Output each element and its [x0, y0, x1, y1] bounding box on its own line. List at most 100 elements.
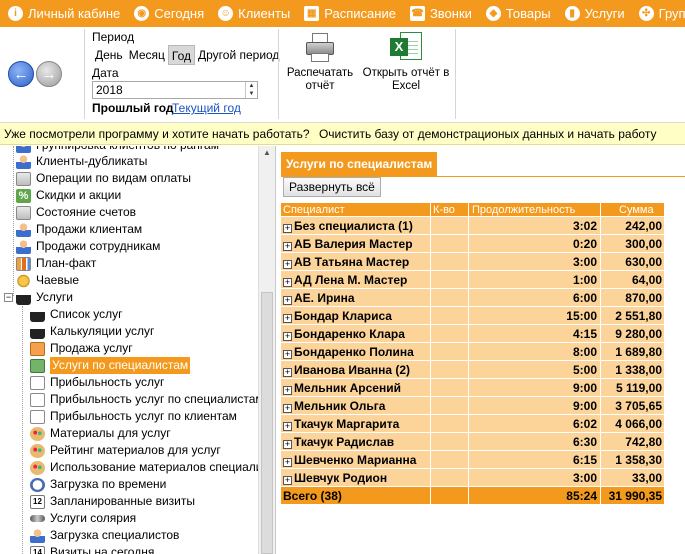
expand-row-icon[interactable]: + — [283, 224, 292, 233]
tree-group-services[interactable]: − Услуги — [4, 289, 73, 306]
cell-sum: 4 066,00 — [615, 417, 662, 431]
forward-button[interactable]: → — [36, 61, 62, 87]
nav-schedule[interactable]: ▦ Расписание — [304, 0, 396, 27]
year-spinner[interactable]: ▲ ▼ — [245, 82, 257, 98]
tree-item[interactable]: Прибыльность услуг — [30, 374, 164, 391]
table-row[interactable]: + Бондаренко Полина 8:00 1 689,80 — [281, 343, 664, 361]
period-tab-custom[interactable]: Другой период — [195, 45, 282, 65]
nav-cabinet[interactable]: i Личный кабине — [8, 0, 120, 27]
tree-item[interactable]: Загрузка по времени — [30, 476, 166, 493]
nav-clients[interactable]: ☺ Клиенты — [218, 0, 290, 27]
column-header-sum[interactable]: Сумма — [601, 203, 664, 216]
cell-duration: 3:00 — [469, 469, 601, 486]
expand-row-icon[interactable]: + — [283, 404, 292, 413]
table-row[interactable]: + Без специалиста (1) 3:02 242,00 — [281, 217, 664, 235]
tree-item[interactable]: Операции по видам оплаты — [16, 170, 191, 187]
tree-item[interactable]: 12 Запланированные визиты — [30, 493, 195, 510]
table-row[interactable]: + Иванова Иванна (2) 5:00 1 338,00 — [281, 361, 664, 379]
column-header-duration[interactable]: Продолжительность — [469, 203, 601, 216]
tree-item[interactable]: Состояние счетов — [16, 204, 136, 221]
tree-item[interactable]: План-факт — [16, 255, 96, 272]
year-input[interactable]: 2018 ▲ ▼ — [92, 81, 258, 99]
expand-row-icon[interactable]: + — [283, 314, 292, 323]
period-tab-month[interactable]: Месяц — [126, 45, 168, 65]
cell-specialist: + Бондаренко Клара — [281, 325, 431, 342]
tree-item-label: Продажи сотрудникам — [36, 239, 161, 253]
tree-item[interactable]: Материалы для услуг — [30, 425, 171, 442]
table-row[interactable]: + Шевчук Родион 3:00 33,00 — [281, 469, 664, 487]
table-row[interactable]: + АЕ. Ирина 6:00 870,00 — [281, 289, 664, 307]
expand-all-button[interactable]: Развернуть всё — [283, 177, 381, 197]
nav-goods[interactable]: ◆ Товары — [485, 0, 551, 27]
tree-item[interactable]: 14 Визиты на сегодня — [30, 544, 154, 554]
palette-icon — [30, 443, 45, 458]
expand-row-icon[interactable]: + — [283, 350, 292, 359]
back-button[interactable]: ← — [8, 61, 34, 87]
tree-item[interactable]: Прибыльность услуг по специалистам — [30, 391, 264, 408]
expand-row-icon[interactable]: + — [283, 242, 292, 251]
column-header-count[interactable]: К-во — [431, 203, 469, 216]
table-row[interactable]: + Мельник Арсений 9:00 5 119,00 — [281, 379, 664, 397]
cell-sum: 242,00 — [625, 219, 662, 233]
current-year-link[interactable]: Текущий год — [172, 101, 241, 115]
tree-item[interactable]: Рейтинг материалов для услуг — [30, 442, 221, 459]
clear-demo-data-link[interactable]: Очистить базу от демонстрационых данных … — [319, 127, 657, 141]
table-row[interactable]: + Бондар Клариса 15:00 2 551,80 — [281, 307, 664, 325]
table-row[interactable]: + АВ Татьяна Мастер 3:00 630,00 — [281, 253, 664, 271]
period-tab-year[interactable]: Год — [167, 45, 195, 65]
tree-item[interactable]: Использование материалов специалист — [30, 459, 274, 476]
collapse-icon[interactable]: − — [4, 293, 13, 302]
nav-calls[interactable]: ☎ Звонки — [409, 0, 472, 27]
table-row[interactable]: + Бондаренко Клара 4:15 9 280,00 — [281, 325, 664, 343]
nav-groups[interactable]: ✣ Группы — [638, 0, 685, 27]
cell-sum: 742,80 — [625, 435, 662, 449]
tree-item[interactable]: Продажа услуг — [30, 340, 133, 357]
period-tab-day[interactable]: День — [92, 45, 126, 65]
expand-row-icon[interactable]: + — [283, 278, 292, 287]
tree-item[interactable]: Услуги солярия — [30, 510, 136, 527]
open-excel-button[interactable]: X Открыть отчёт в Excel — [360, 29, 452, 119]
tree-scrollbar[interactable]: ▲ — [258, 146, 275, 554]
specialist-name: Всего (38) — [283, 489, 342, 503]
tree-item[interactable]: Загрузка специалистов — [30, 527, 179, 544]
tree-item[interactable]: Калькуляции услуг — [30, 323, 154, 340]
expand-row-icon[interactable]: + — [283, 332, 292, 341]
report-tab[interactable]: Услуги по специалистам — [281, 152, 438, 176]
scroll-up-icon[interactable]: ▲ — [261, 148, 273, 160]
cell-duration: 6:02 — [469, 415, 601, 432]
tree-item[interactable]: Продажи клиентам — [16, 221, 142, 238]
tree-item[interactable]: Список услуг — [30, 306, 123, 323]
expand-row-icon[interactable]: + — [283, 260, 292, 269]
column-header-specialist[interactable]: Специалист — [281, 203, 431, 216]
spin-down-icon[interactable]: ▼ — [246, 90, 257, 98]
tree-item[interactable]: % Скидки и акции — [16, 187, 121, 204]
cell-specialist: + Бондаренко Полина — [281, 343, 431, 360]
expand-row-icon[interactable]: + — [283, 386, 292, 395]
tree-item-label: Рейтинг материалов для услуг — [50, 443, 221, 457]
prev-year-link[interactable]: Прошлый год — [92, 101, 174, 115]
nav-today[interactable]: ◉ Сегодня — [134, 0, 204, 27]
expand-row-icon[interactable]: + — [283, 296, 292, 305]
expand-row-icon[interactable]: + — [283, 476, 292, 485]
nav-services[interactable]: ▮ Услуги — [564, 0, 625, 27]
table-row[interactable]: + Ткачук Маргарита 6:02 4 066,00 — [281, 415, 664, 433]
expand-row-icon[interactable]: + — [283, 458, 292, 467]
specialist-name: Шевченко Марианна — [294, 453, 417, 467]
tree-item-selected[interactable]: Услуги по специалистам — [30, 357, 191, 374]
table-row[interactable]: + Шевченко Марианна 6:15 1 358,30 — [281, 451, 664, 469]
expand-row-icon[interactable]: + — [283, 368, 292, 377]
table-row[interactable]: + Ткачук Радислав 6:30 742,80 — [281, 433, 664, 451]
table-row[interactable]: + Мельник Ольга 9:00 3 705,65 — [281, 397, 664, 415]
expand-row-icon[interactable]: + — [283, 440, 292, 449]
tree-item[interactable]: Чаевые — [16, 272, 79, 289]
scroll-thumb[interactable] — [261, 292, 273, 554]
expand-row-icon[interactable]: + — [283, 422, 292, 431]
tree-item[interactable]: Прибыльность услуг по клиентам — [30, 408, 237, 425]
table-row[interactable]: + АБ Валерия Мастер 0:20 300,00 — [281, 235, 664, 253]
tree-item[interactable]: Продажи сотрудникам — [16, 238, 160, 255]
tree-item[interactable]: Клиенты-дубликаты — [16, 153, 147, 170]
tree-item-label: Использование материалов специалист — [50, 460, 274, 474]
spin-up-icon[interactable]: ▲ — [246, 82, 257, 90]
table-row[interactable]: + АД Лена М. Мастер 1:00 64,00 — [281, 271, 664, 289]
print-report-button[interactable]: Распечатать отчёт — [284, 29, 356, 119]
